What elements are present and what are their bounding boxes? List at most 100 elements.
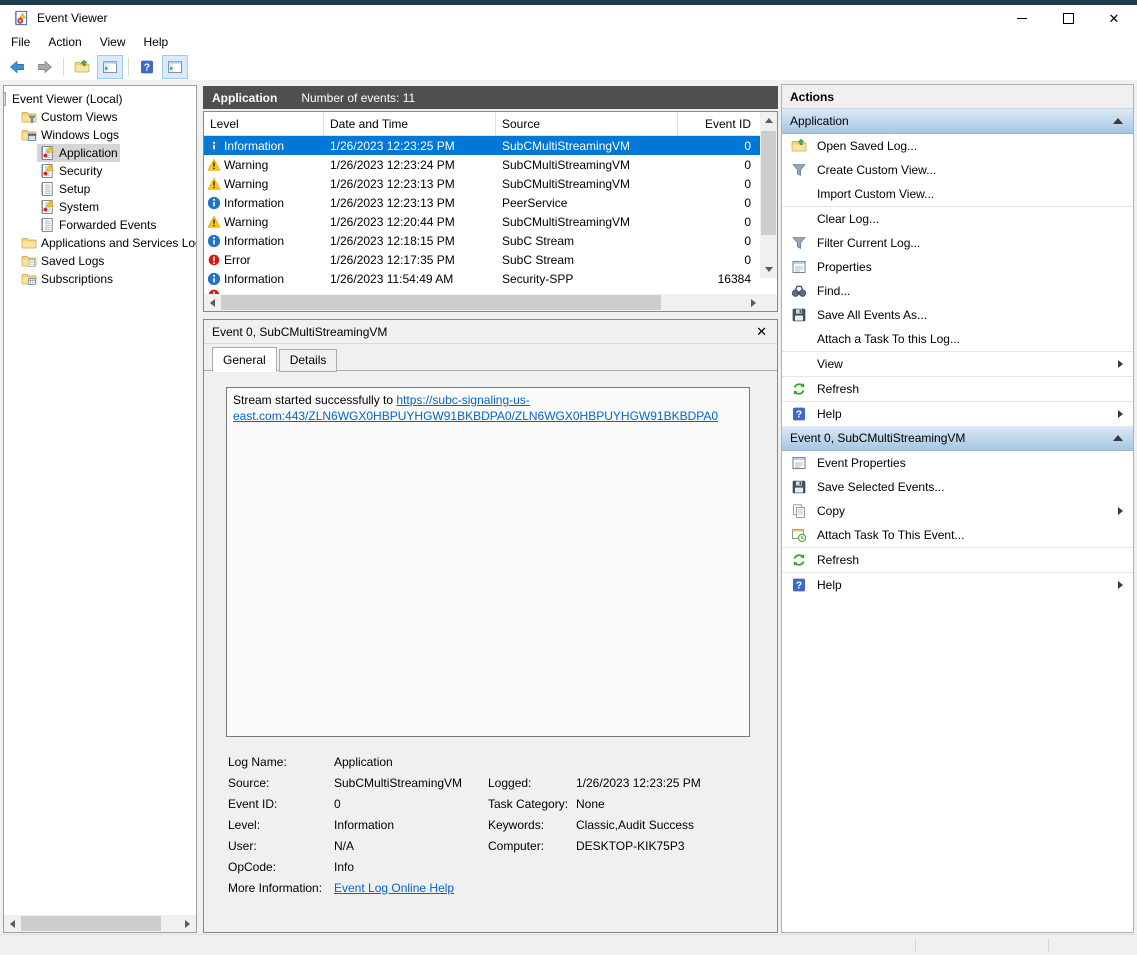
tree-item-event-viewer-local[interactable]: Event Viewer (Local) [4,90,196,108]
tree-item-custom-views[interactable]: Custom Views [4,108,196,126]
field-value-source: SubCMultiStreamingVM [334,776,488,790]
maximize-button[interactable] [1045,5,1091,31]
tree-horizontal-scrollbar[interactable] [4,915,196,932]
open-saved-log-icon [74,59,90,75]
tree-item-windows-logs[interactable]: Windows Logs [4,126,196,144]
action-refresh-event[interactable]: Refresh [782,547,1133,572]
close-button[interactable]: ✕ [1091,5,1137,31]
actions-section-event[interactable]: Event 0, SubCMultiStreamingVM [782,426,1133,451]
action-save-selected-events[interactable]: Save Selected Events... [782,475,1133,499]
submenu-arrow-icon [1118,410,1123,418]
action-filter-current-log[interactable]: Filter Current Log... [782,231,1133,255]
field-label-level: Level: [228,818,334,832]
action-save-all-events-as[interactable]: Save All Events As... [782,303,1133,327]
log-icon [39,217,55,233]
folder-saved-icon [21,253,37,269]
table-row[interactable]: Error 1/26/2023 12:17:35 PM SubC Stream … [204,250,777,269]
menu-help[interactable]: Help [135,31,178,53]
table-row[interactable]: Information 1/26/2023 11:54:49 AM Securi… [204,269,777,288]
table-header: Level Date and Time Source Event ID [204,112,777,136]
action-pane-toggle-button[interactable] [162,55,188,79]
tree-item-forwarded-events[interactable]: Forwarded Events [4,216,196,234]
event-log-icon [39,199,55,215]
tree-item-security[interactable]: Security [4,162,196,180]
table-row[interactable]: Information 1/26/2023 12:23:13 PM PeerSe… [204,193,777,212]
menu-action[interactable]: Action [39,31,90,53]
event-detail-pane: Event 0, SubCMultiStreamingVM ✕ General … [203,319,778,933]
scroll-left-icon[interactable] [204,294,221,311]
refresh-icon [791,552,807,568]
console-tree-toggle-button[interactable] [97,55,123,79]
toolbar [0,53,1137,81]
tree-item-subscriptions[interactable]: Subscriptions [4,270,196,288]
action-properties[interactable]: Properties [782,255,1133,279]
forward-button[interactable] [32,55,58,79]
action-help-event[interactable]: Help [782,572,1133,597]
info-icon [207,196,221,210]
title-bar[interactable]: Event Viewer [0,5,1137,31]
action-clear-log[interactable]: Clear Log... [782,206,1133,231]
scroll-right-icon[interactable] [179,915,196,932]
action-open-saved-log[interactable]: Open Saved Log... [782,134,1133,158]
column-header-source[interactable]: Source [496,112,678,135]
event-fields: Log Name: Application Source: SubCMultiS… [204,751,777,898]
field-value-task-category: None [576,797,777,811]
tree-item-setup[interactable]: Setup [4,180,196,198]
action-help[interactable]: Help [782,401,1133,426]
actions-section-application[interactable]: Application [782,109,1133,134]
table-row[interactable]: Warning 1/26/2023 12:23:24 PM SubCMultiS… [204,155,777,174]
action-copy[interactable]: Copy [782,499,1133,523]
scrollbar-thumb[interactable] [21,916,161,931]
detail-tabs: General Details [204,349,777,372]
tree-item-saved-logs[interactable]: Saved Logs [4,252,196,270]
table-vertical-scrollbar[interactable] [760,112,777,278]
toolbar-separator [128,58,129,76]
column-header-event-id[interactable]: Event ID [678,112,759,135]
scrollbar-corner [760,294,777,311]
menu-view[interactable]: View [91,31,135,53]
table-row[interactable]: Information 1/26/2023 12:18:15 PM SubC S… [204,231,777,250]
event-description-box[interactable]: Stream started successfully to https://s… [226,387,750,737]
scrollbar-thumb[interactable] [761,131,776,235]
field-label-keywords: Keywords: [488,818,576,832]
tab-general[interactable]: General [212,347,277,372]
properties-icon [791,455,807,471]
column-header-level[interactable]: Level [204,112,324,135]
field-value-keywords: Classic,Audit Success [576,818,777,832]
tree-item-application[interactable]: Application [4,144,196,162]
scrollbar-thumb[interactable] [221,295,661,310]
action-view[interactable]: View [782,351,1133,376]
event-count: Number of events: 11 [301,91,415,105]
scroll-up-icon[interactable] [760,112,777,129]
center-panel: Application Number of events: 11 Level D… [203,85,778,933]
tab-details[interactable]: Details [279,349,338,372]
tree-item-system[interactable]: System [4,198,196,216]
table-row[interactable]: Warning 1/26/2023 12:20:44 PM SubCMultiS… [204,212,777,231]
save-icon [791,479,807,495]
table-row[interactable]: Warning 1/26/2023 12:23:13 PM SubCMultiS… [204,174,777,193]
help-icon [139,59,155,75]
action-attach-task-to-event[interactable]: Attach Task To This Event... [782,523,1133,547]
open-saved-log-toolbar-button[interactable] [69,55,95,79]
action-attach-task-to-log[interactable]: Attach a Task To this Log... [782,327,1133,351]
action-create-custom-view[interactable]: Create Custom View... [782,158,1133,182]
menu-file[interactable]: File [2,31,39,53]
field-value-logged: 1/26/2023 12:23:25 PM [576,776,777,790]
action-find[interactable]: Find... [782,279,1133,303]
minimize-button[interactable] [999,5,1045,31]
scroll-down-icon[interactable] [760,261,777,278]
tree-item-applications-services-logs[interactable]: Applications and Services Logs [4,234,196,252]
scroll-left-icon[interactable] [4,915,21,932]
action-import-custom-view[interactable]: Import Custom View... [782,182,1133,206]
table-horizontal-scrollbar[interactable] [204,294,762,311]
help-toolbar-button[interactable] [134,55,160,79]
toolbar-separator [63,58,64,76]
detail-close-icon[interactable]: ✕ [756,324,767,340]
action-event-properties[interactable]: Event Properties [782,451,1133,475]
table-row[interactable]: Information 1/26/2023 12:23:25 PM SubCMu… [204,136,777,155]
event-log-online-help-link[interactable]: Event Log Online Help [334,881,488,895]
info-icon [207,272,221,286]
back-button[interactable] [4,55,30,79]
column-header-date-time[interactable]: Date and Time [324,112,496,135]
action-refresh[interactable]: Refresh [782,376,1133,401]
